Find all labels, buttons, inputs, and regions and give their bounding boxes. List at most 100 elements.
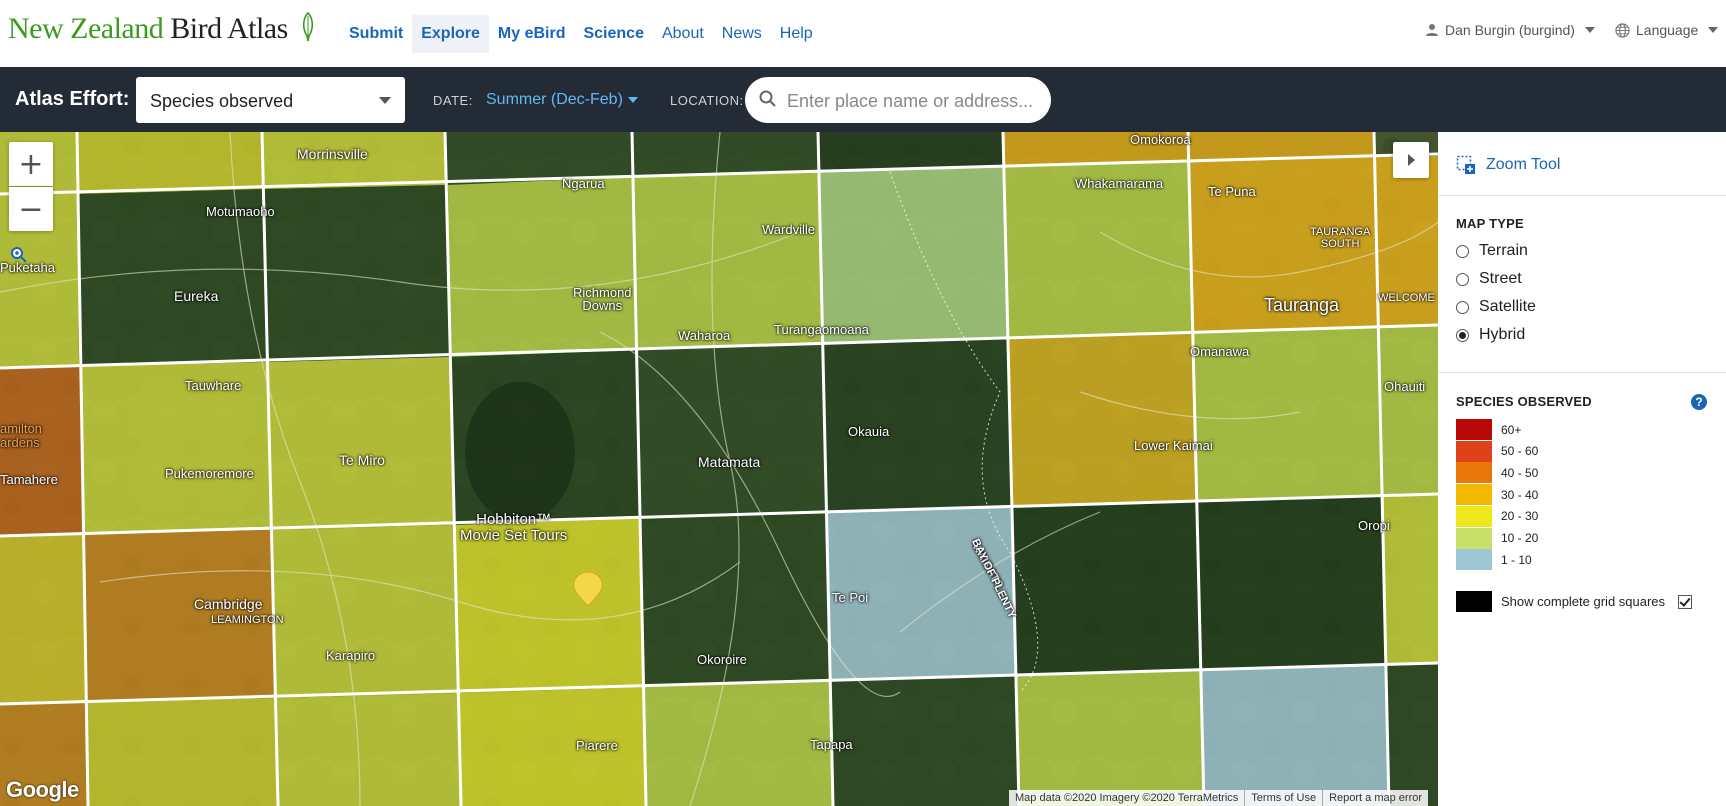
complete-grid-checkbox[interactable] <box>1678 594 1693 609</box>
user-name: Dan Burgin (burgind) <box>1445 22 1575 38</box>
chevron-down-icon <box>627 96 638 103</box>
date-label: DATE: <box>433 93 473 108</box>
legend-swatch <box>1456 462 1492 484</box>
legend-label: 40 - 50 <box>1501 465 1539 480</box>
brand-part-2: Bird Atlas <box>170 12 288 45</box>
zoom-tool-mini-icon[interactable] <box>10 246 28 264</box>
species-observed-heading: SPECIES OBSERVED <box>1456 394 1592 409</box>
map-label: amilton ardens <box>0 421 42 450</box>
map-label: Hobbiton™ Movie Set Tours <box>460 511 568 544</box>
map-label: Te Puna <box>1208 184 1256 199</box>
nav-science[interactable]: Science <box>574 15 652 53</box>
legend-label: 50 - 60 <box>1501 444 1539 459</box>
map-label: Ngarua <box>562 176 605 191</box>
google-logo: Google <box>6 777 79 802</box>
nav-help[interactable]: Help <box>771 15 822 53</box>
map-label: Karapiro <box>326 648 376 663</box>
globe-icon <box>1615 22 1630 38</box>
location-search <box>745 77 1051 123</box>
map-canvas[interactable]: Morrinsville Motumaoho Puketaha Eureka N… <box>0 132 1438 806</box>
legend-row: 40 - 50 <box>1456 462 1539 484</box>
zoom-tool-button[interactable]: Zoom Tool <box>1456 155 1560 175</box>
map-label: Omokoroa <box>1130 132 1191 147</box>
report-error-link[interactable]: Report a map error <box>1323 790 1428 806</box>
map-label: WELCOME <box>1378 292 1435 304</box>
legend-swatch <box>1456 440 1492 462</box>
map-type-street[interactable]: Street <box>1456 270 1522 288</box>
legend-row: 60+ <box>1456 419 1521 440</box>
language-menu[interactable]: Language <box>1615 22 1719 38</box>
map-label: Tauwhare <box>185 378 242 393</box>
map-label: Te Poi <box>832 590 869 605</box>
nav-my-ebird[interactable]: My eBird <box>489 15 575 53</box>
radio-label: Terrain <box>1479 242 1528 259</box>
date-dropdown[interactable]: Summer (Dec-Feb) <box>486 91 638 109</box>
radio-button[interactable] <box>1456 272 1469 286</box>
divider <box>1438 372 1726 373</box>
legend-label: 60+ <box>1501 422 1522 437</box>
feather-icon <box>301 11 315 50</box>
nav-news[interactable]: News <box>713 15 771 53</box>
zoom-out-button[interactable]: − <box>9 187 53 231</box>
top-header: New Zealand Bird Atlas Submit Explore My… <box>0 0 1726 67</box>
map-label: Omanawa <box>1190 344 1250 359</box>
radio-button[interactable] <box>1456 328 1469 342</box>
legend-row: 20 - 30 <box>1456 505 1538 527</box>
layer-select[interactable]: Species observed <box>136 77 405 123</box>
legend-row: 30 - 40 <box>1456 484 1539 506</box>
map-attribution: Map data ©2020 Imagery ©2020 TerraMetric… <box>1009 790 1429 806</box>
map-label: Lower Kaimai <box>1134 438 1213 453</box>
map-label: Waharoa <box>678 328 731 343</box>
zoom-tool-label: Zoom Tool <box>1486 156 1561 173</box>
legend-swatch <box>1456 549 1492 571</box>
help-icon[interactable]: ? <box>1691 394 1707 410</box>
legend-label: 30 - 40 <box>1501 487 1539 502</box>
map-label: Okauia <box>848 424 890 439</box>
map-label: Tauranga <box>1264 295 1340 315</box>
nav-about[interactable]: About <box>653 15 713 53</box>
map-type-hybrid[interactable]: Hybrid <box>1456 326 1525 344</box>
map-label: Motumaoho <box>206 204 275 219</box>
map-label: Pukemoremore <box>165 466 254 481</box>
map-label: Piarere <box>576 738 618 753</box>
nav-explore[interactable]: Explore <box>412 14 489 53</box>
radio-button[interactable] <box>1456 244 1469 258</box>
date-value: Summer (Dec-Feb) <box>486 91 623 108</box>
map-label: Cambridge <box>194 596 263 612</box>
map-label: Tamahere <box>0 472 58 487</box>
map-label: Oropi <box>1358 518 1390 533</box>
main-nav: Submit Explore My eBird Science About Ne… <box>340 0 822 67</box>
nav-submit[interactable]: Submit <box>340 15 412 53</box>
legend-label: 1 - 10 <box>1501 552 1532 567</box>
map-label: Matamata <box>698 454 761 470</box>
zoom-in-button[interactable]: + <box>9 142 53 186</box>
map-type-terrain[interactable]: Terrain <box>1456 242 1528 260</box>
map-label: Ohauiti <box>1384 379 1426 394</box>
chevron-down-icon <box>1584 27 1595 33</box>
chevron-down-icon <box>1708 27 1719 33</box>
filter-bar: Atlas Effort: Species observed DATE: Sum… <box>0 67 1726 132</box>
collapse-sidebar-button[interactable] <box>1393 142 1429 178</box>
map-label: LEAMINGTON <box>211 614 284 626</box>
legend-row: 10 - 20 <box>1456 527 1539 549</box>
site-logo[interactable]: New Zealand Bird Atlas <box>8 11 315 50</box>
legend-swatch <box>1456 484 1492 506</box>
radio-button[interactable] <box>1456 300 1469 314</box>
filter-bar-title: Atlas Effort: <box>15 88 130 110</box>
radio-label: Satellite <box>1479 298 1536 315</box>
user-menu[interactable]: Dan Burgin (burgind) <box>1425 22 1595 38</box>
map-type-heading: MAP TYPE <box>1456 216 1524 231</box>
map-label: Okoroire <box>697 652 747 667</box>
map-label: TAURANGA SOUTH <box>1310 226 1371 250</box>
map-label: Whakamarama <box>1075 176 1164 191</box>
complete-grid-label: Show complete grid squares <box>1501 594 1666 609</box>
complete-grid-toggle[interactable]: Show complete grid squares <box>1456 591 1693 612</box>
divider <box>1438 195 1726 196</box>
map-type-satellite[interactable]: Satellite <box>1456 298 1536 316</box>
legend-label: 10 - 20 <box>1501 531 1539 545</box>
zoom-tool-icon <box>1456 155 1475 174</box>
terms-link[interactable]: Terms of Use <box>1245 790 1324 806</box>
map-label: Richmond Downs <box>573 285 632 313</box>
location-search-input[interactable] <box>785 87 1041 115</box>
layer-select-value: Species observed <box>150 91 294 111</box>
